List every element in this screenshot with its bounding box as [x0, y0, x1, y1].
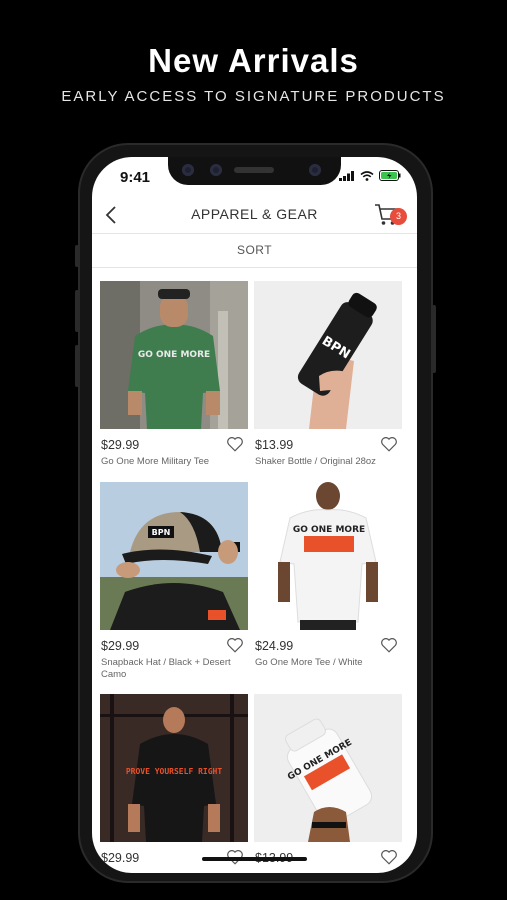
product-name: Go One More Tee / White — [255, 657, 363, 668]
heart-icon[interactable] — [380, 636, 398, 654]
product-image[interactable]: PROVE YOURSELF RIGHT — [100, 694, 248, 842]
heart-icon[interactable] — [380, 848, 398, 866]
tee-print-text: GO ONE MORE — [138, 350, 210, 360]
heart-icon[interactable] — [226, 636, 244, 654]
product-name: Shaker Bottle / Original 28oz — [255, 456, 376, 467]
product-image[interactable]: GO ONE MORE — [254, 694, 402, 842]
product-image[interactable]: GO ONE MORE — [100, 281, 248, 429]
page-title: APPAREL & GEAR — [191, 206, 318, 222]
heart-icon[interactable] — [380, 435, 398, 453]
volume-up-button — [75, 290, 79, 332]
sensor-icon — [210, 164, 222, 176]
hat-logo-text: BPN — [152, 528, 171, 537]
white-tee-print-text: GO ONE MORE — [293, 525, 365, 535]
product-name: Go One More Military Tee — [101, 456, 210, 467]
promo-headline: New Arrivals — [148, 42, 359, 79]
product-card[interactable]: BPN $13.99 Shaker Bottle / Original 28oz — [254, 281, 402, 467]
product-card[interactable]: PROVE YOURSELF RIGHT $29.99 — [100, 694, 248, 865]
sensor-icon — [182, 164, 194, 176]
product-image[interactable]: GO ONE MORE — [254, 482, 402, 630]
product-price: $29.99 — [101, 851, 140, 865]
mute-switch — [75, 245, 79, 267]
back-print-tee-photo: PROVE YOURSELF RIGHT — [100, 694, 248, 842]
home-indicator[interactable] — [202, 857, 307, 861]
app-screen: 9:41 APPAREL & GEAR 3 SORT GO ONE MORE $… — [92, 157, 417, 873]
promo-subline: EARLY ACCESS TO SIGNATURE PRODUCTS — [61, 88, 446, 105]
volume-down-button — [75, 345, 79, 387]
product-card[interactable]: GO ONE MORE $13.99 — [254, 694, 402, 865]
white-shaker-photo: GO ONE MORE — [254, 694, 402, 842]
snapback-hat-photo: BPN — [100, 482, 248, 630]
front-camera-icon — [309, 164, 321, 176]
wifi-icon — [360, 170, 374, 181]
product-price: $13.99 — [255, 438, 294, 452]
military-tee-photo: GO ONE MORE — [100, 281, 248, 429]
signal-icon — [339, 170, 354, 181]
shaker-bottle-photo: BPN — [254, 281, 402, 429]
heart-icon[interactable] — [226, 435, 244, 453]
product-name: Snapback Hat / Black + Desert Camo — [101, 657, 231, 680]
battery-icon — [379, 170, 401, 181]
cart-button[interactable]: 3 — [373, 199, 407, 229]
sort-button[interactable]: SORT — [92, 233, 417, 268]
notch — [168, 157, 341, 185]
nav-bar: APPAREL & GEAR 3 — [92, 197, 417, 234]
product-price: $29.99 — [101, 438, 140, 452]
product-card[interactable]: GO ONE MORE $29.99 Go One More Military … — [100, 281, 248, 467]
product-image[interactable]: BPN — [254, 281, 402, 429]
back-print-text: PROVE YOURSELF RIGHT — [126, 767, 223, 776]
power-button — [432, 305, 436, 373]
status-time: 9:41 — [120, 169, 151, 186]
status-icons — [339, 170, 401, 181]
white-tee-photo: GO ONE MORE — [254, 482, 402, 630]
product-image[interactable]: BPN — [100, 482, 248, 630]
cart-count-badge: 3 — [390, 208, 407, 225]
product-card[interactable]: BPN $29.99 Snapback Hat / Black + Desert… — [100, 482, 248, 680]
speaker-grille — [234, 167, 274, 173]
product-price: $29.99 — [101, 639, 140, 653]
product-price: $24.99 — [255, 639, 294, 653]
product-card[interactable]: GO ONE MORE $24.99 Go One More Tee / Whi… — [254, 482, 402, 668]
